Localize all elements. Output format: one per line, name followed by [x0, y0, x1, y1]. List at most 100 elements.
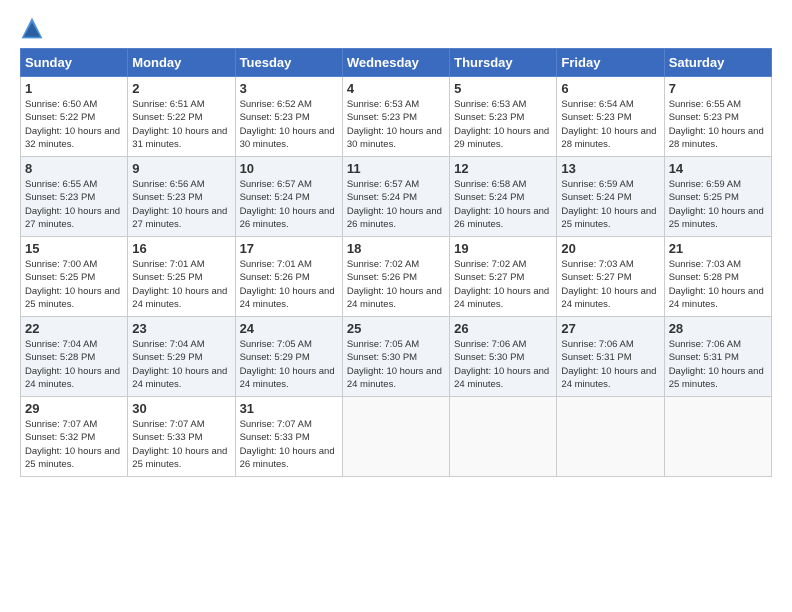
day-number: 5: [454, 81, 552, 96]
day-info: Sunrise: 7:00 AM Sunset: 5:25 PM Dayligh…: [25, 258, 123, 311]
header: [20, 16, 772, 40]
calendar-cell: 15 Sunrise: 7:00 AM Sunset: 5:25 PM Dayl…: [21, 237, 128, 317]
calendar-cell: [557, 397, 664, 477]
calendar-cell: 6 Sunrise: 6:54 AM Sunset: 5:23 PM Dayli…: [557, 77, 664, 157]
day-info: Sunrise: 7:03 AM Sunset: 5:28 PM Dayligh…: [669, 258, 767, 311]
day-info: Sunrise: 6:55 AM Sunset: 5:23 PM Dayligh…: [669, 98, 767, 151]
day-number: 8: [25, 161, 123, 176]
calendar-cell: [450, 397, 557, 477]
day-number: 26: [454, 321, 552, 336]
calendar-cell: 19 Sunrise: 7:02 AM Sunset: 5:27 PM Dayl…: [450, 237, 557, 317]
day-number: 10: [240, 161, 338, 176]
header-saturday: Saturday: [664, 49, 771, 77]
calendar-table: SundayMondayTuesdayWednesdayThursdayFrid…: [20, 48, 772, 477]
calendar-cell: 14 Sunrise: 6:59 AM Sunset: 5:25 PM Dayl…: [664, 157, 771, 237]
day-info: Sunrise: 6:57 AM Sunset: 5:24 PM Dayligh…: [240, 178, 338, 231]
day-number: 30: [132, 401, 230, 416]
calendar-cell: 24 Sunrise: 7:05 AM Sunset: 5:29 PM Dayl…: [235, 317, 342, 397]
calendar-cell: 25 Sunrise: 7:05 AM Sunset: 5:30 PM Dayl…: [342, 317, 449, 397]
day-number: 25: [347, 321, 445, 336]
day-number: 6: [561, 81, 659, 96]
day-info: Sunrise: 7:02 AM Sunset: 5:27 PM Dayligh…: [454, 258, 552, 311]
week-row-5: 29 Sunrise: 7:07 AM Sunset: 5:32 PM Dayl…: [21, 397, 772, 477]
day-number: 23: [132, 321, 230, 336]
week-row-3: 15 Sunrise: 7:00 AM Sunset: 5:25 PM Dayl…: [21, 237, 772, 317]
logo-icon: [20, 16, 44, 40]
calendar-cell: [664, 397, 771, 477]
calendar-cell: 3 Sunrise: 6:52 AM Sunset: 5:23 PM Dayli…: [235, 77, 342, 157]
day-info: Sunrise: 7:06 AM Sunset: 5:30 PM Dayligh…: [454, 338, 552, 391]
calendar-cell: 30 Sunrise: 7:07 AM Sunset: 5:33 PM Dayl…: [128, 397, 235, 477]
calendar-cell: 17 Sunrise: 7:01 AM Sunset: 5:26 PM Dayl…: [235, 237, 342, 317]
day-info: Sunrise: 6:53 AM Sunset: 5:23 PM Dayligh…: [347, 98, 445, 151]
day-info: Sunrise: 7:03 AM Sunset: 5:27 PM Dayligh…: [561, 258, 659, 311]
day-number: 20: [561, 241, 659, 256]
day-number: 12: [454, 161, 552, 176]
header-wednesday: Wednesday: [342, 49, 449, 77]
header-friday: Friday: [557, 49, 664, 77]
calendar-cell: 31 Sunrise: 7:07 AM Sunset: 5:33 PM Dayl…: [235, 397, 342, 477]
header-sunday: Sunday: [21, 49, 128, 77]
day-info: Sunrise: 6:59 AM Sunset: 5:24 PM Dayligh…: [561, 178, 659, 231]
week-row-2: 8 Sunrise: 6:55 AM Sunset: 5:23 PM Dayli…: [21, 157, 772, 237]
calendar-cell: 8 Sunrise: 6:55 AM Sunset: 5:23 PM Dayli…: [21, 157, 128, 237]
day-number: 11: [347, 161, 445, 176]
day-number: 9: [132, 161, 230, 176]
calendar-cell: 1 Sunrise: 6:50 AM Sunset: 5:22 PM Dayli…: [21, 77, 128, 157]
day-number: 2: [132, 81, 230, 96]
week-row-1: 1 Sunrise: 6:50 AM Sunset: 5:22 PM Dayli…: [21, 77, 772, 157]
day-info: Sunrise: 6:55 AM Sunset: 5:23 PM Dayligh…: [25, 178, 123, 231]
day-info: Sunrise: 6:58 AM Sunset: 5:24 PM Dayligh…: [454, 178, 552, 231]
day-info: Sunrise: 6:53 AM Sunset: 5:23 PM Dayligh…: [454, 98, 552, 151]
day-number: 16: [132, 241, 230, 256]
day-info: Sunrise: 7:01 AM Sunset: 5:26 PM Dayligh…: [240, 258, 338, 311]
day-number: 15: [25, 241, 123, 256]
week-row-4: 22 Sunrise: 7:04 AM Sunset: 5:28 PM Dayl…: [21, 317, 772, 397]
day-info: Sunrise: 7:07 AM Sunset: 5:32 PM Dayligh…: [25, 418, 123, 471]
day-info: Sunrise: 6:56 AM Sunset: 5:23 PM Dayligh…: [132, 178, 230, 231]
day-info: Sunrise: 6:50 AM Sunset: 5:22 PM Dayligh…: [25, 98, 123, 151]
header-monday: Monday: [128, 49, 235, 77]
day-number: 28: [669, 321, 767, 336]
day-info: Sunrise: 7:07 AM Sunset: 5:33 PM Dayligh…: [240, 418, 338, 471]
day-info: Sunrise: 6:51 AM Sunset: 5:22 PM Dayligh…: [132, 98, 230, 151]
day-number: 18: [347, 241, 445, 256]
day-number: 13: [561, 161, 659, 176]
logo: [20, 16, 48, 40]
day-info: Sunrise: 6:52 AM Sunset: 5:23 PM Dayligh…: [240, 98, 338, 151]
day-number: 17: [240, 241, 338, 256]
day-info: Sunrise: 7:05 AM Sunset: 5:29 PM Dayligh…: [240, 338, 338, 391]
day-number: 29: [25, 401, 123, 416]
day-number: 1: [25, 81, 123, 96]
day-info: Sunrise: 7:01 AM Sunset: 5:25 PM Dayligh…: [132, 258, 230, 311]
day-info: Sunrise: 7:04 AM Sunset: 5:29 PM Dayligh…: [132, 338, 230, 391]
day-number: 3: [240, 81, 338, 96]
calendar-cell: 21 Sunrise: 7:03 AM Sunset: 5:28 PM Dayl…: [664, 237, 771, 317]
calendar-cell: 5 Sunrise: 6:53 AM Sunset: 5:23 PM Dayli…: [450, 77, 557, 157]
calendar-cell: 7 Sunrise: 6:55 AM Sunset: 5:23 PM Dayli…: [664, 77, 771, 157]
day-number: 14: [669, 161, 767, 176]
calendar-cell: 27 Sunrise: 7:06 AM Sunset: 5:31 PM Dayl…: [557, 317, 664, 397]
calendar-cell: 12 Sunrise: 6:58 AM Sunset: 5:24 PM Dayl…: [450, 157, 557, 237]
day-number: 19: [454, 241, 552, 256]
calendar-cell: 18 Sunrise: 7:02 AM Sunset: 5:26 PM Dayl…: [342, 237, 449, 317]
calendar-cell: [342, 397, 449, 477]
calendar-cell: 11 Sunrise: 6:57 AM Sunset: 5:24 PM Dayl…: [342, 157, 449, 237]
calendar-cell: 13 Sunrise: 6:59 AM Sunset: 5:24 PM Dayl…: [557, 157, 664, 237]
calendar-cell: 22 Sunrise: 7:04 AM Sunset: 5:28 PM Dayl…: [21, 317, 128, 397]
page: SundayMondayTuesdayWednesdayThursdayFrid…: [0, 0, 792, 487]
calendar-cell: 9 Sunrise: 6:56 AM Sunset: 5:23 PM Dayli…: [128, 157, 235, 237]
calendar-cell: 2 Sunrise: 6:51 AM Sunset: 5:22 PM Dayli…: [128, 77, 235, 157]
day-info: Sunrise: 6:57 AM Sunset: 5:24 PM Dayligh…: [347, 178, 445, 231]
calendar-cell: 29 Sunrise: 7:07 AM Sunset: 5:32 PM Dayl…: [21, 397, 128, 477]
day-number: 4: [347, 81, 445, 96]
calendar-cell: 10 Sunrise: 6:57 AM Sunset: 5:24 PM Dayl…: [235, 157, 342, 237]
day-number: 31: [240, 401, 338, 416]
day-info: Sunrise: 7:07 AM Sunset: 5:33 PM Dayligh…: [132, 418, 230, 471]
calendar-cell: 26 Sunrise: 7:06 AM Sunset: 5:30 PM Dayl…: [450, 317, 557, 397]
calendar-header-row: SundayMondayTuesdayWednesdayThursdayFrid…: [21, 49, 772, 77]
calendar-cell: 4 Sunrise: 6:53 AM Sunset: 5:23 PM Dayli…: [342, 77, 449, 157]
day-info: Sunrise: 7:06 AM Sunset: 5:31 PM Dayligh…: [669, 338, 767, 391]
day-info: Sunrise: 7:04 AM Sunset: 5:28 PM Dayligh…: [25, 338, 123, 391]
day-info: Sunrise: 7:06 AM Sunset: 5:31 PM Dayligh…: [561, 338, 659, 391]
